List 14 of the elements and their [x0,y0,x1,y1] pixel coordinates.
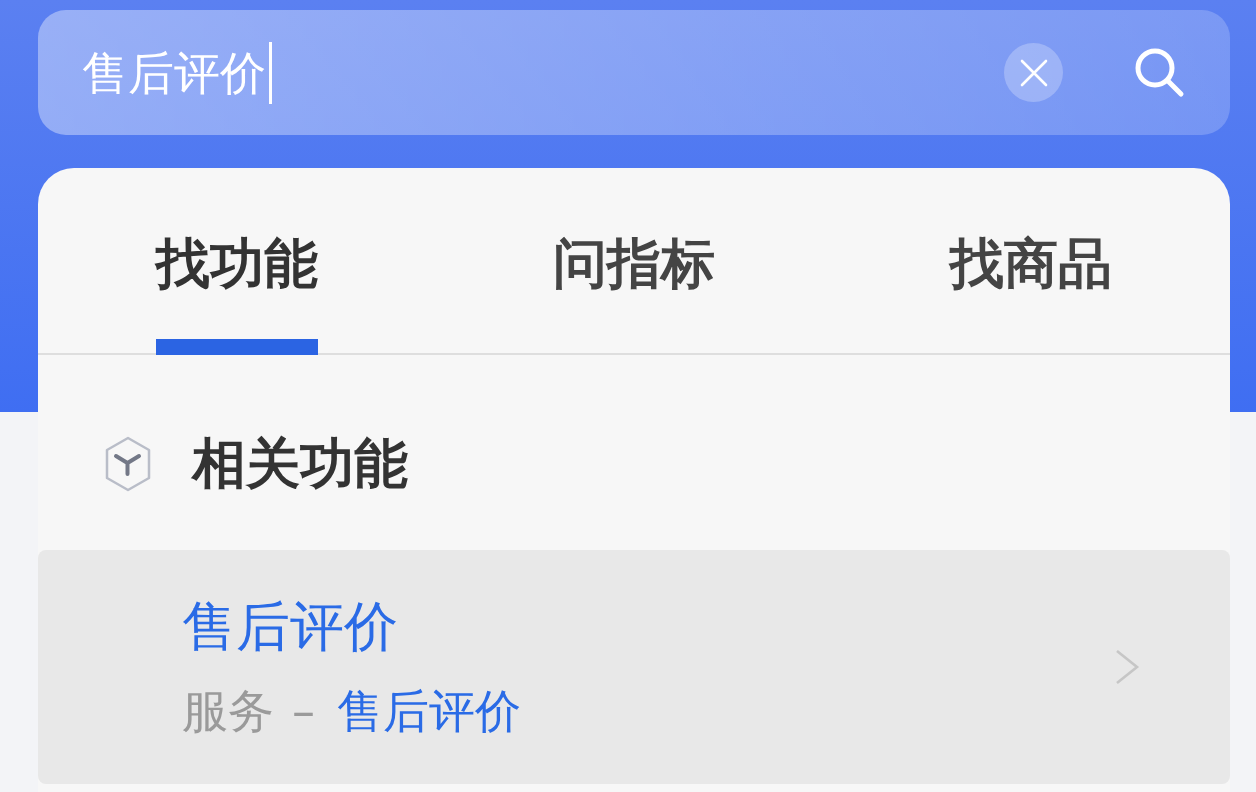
result-title: 售后评价 [182,595,398,659]
close-icon [1019,58,1048,87]
tab[interactable]: 问指标 [553,168,715,355]
breadcrumb-separator: – [292,683,315,739]
search-icon [1134,47,1185,98]
section-title: 相关功能 [192,432,408,496]
search-button[interactable] [1134,47,1185,98]
tab[interactable]: 找商品 [950,168,1113,355]
breadcrumb-category: 服务 [182,683,274,739]
breadcrumb-current: 售后评价 [337,683,521,739]
tab[interactable]: 找功能 [155,168,318,355]
cube-icon [105,436,151,492]
chevron-right-icon [1114,649,1140,685]
result-item[interactable]: 售后评价 服务 – 售后评价 [38,550,1230,784]
